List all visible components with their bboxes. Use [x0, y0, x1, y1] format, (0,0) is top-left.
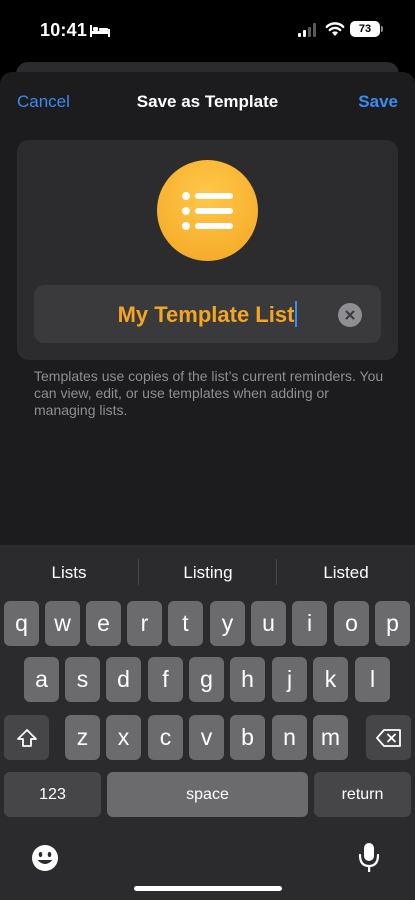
battery-tip: [381, 26, 383, 32]
key-a[interactable]: a: [24, 657, 59, 702]
numbers-key[interactable]: 123: [4, 772, 101, 817]
key-c[interactable]: c: [148, 715, 183, 760]
template-name-text[interactable]: My Template List: [34, 301, 381, 328]
keyboard: Lists Listing Listed q w e r t y u i o p…: [0, 545, 415, 900]
key-x[interactable]: x: [106, 715, 141, 760]
shift-key[interactable]: [4, 715, 49, 760]
template-name-field[interactable]: My Template List: [34, 285, 381, 343]
cellular-signal-icon: [298, 23, 316, 37]
key-n[interactable]: n: [272, 715, 307, 760]
microphone-icon[interactable]: [357, 841, 381, 875]
key-o[interactable]: o: [334, 601, 369, 646]
key-t[interactable]: t: [168, 601, 203, 646]
key-b[interactable]: b: [230, 715, 265, 760]
template-card: My Template List: [17, 140, 398, 360]
key-d[interactable]: d: [106, 657, 141, 702]
key-y[interactable]: y: [210, 601, 245, 646]
key-z[interactable]: z: [65, 715, 100, 760]
key-s[interactable]: s: [65, 657, 100, 702]
list-bullet-icon[interactable]: [157, 160, 258, 261]
key-q[interactable]: q: [4, 601, 39, 646]
emoji-icon[interactable]: [30, 843, 60, 873]
key-e[interactable]: e: [86, 601, 121, 646]
key-k[interactable]: k: [313, 657, 348, 702]
status-time: 10:41: [40, 20, 88, 40]
template-helper-text: Templates use copies of the list’s curre…: [34, 368, 384, 418]
wifi-icon: [325, 22, 345, 36]
key-j[interactable]: j: [272, 657, 307, 702]
suggestion-item[interactable]: Listed: [277, 563, 415, 583]
suggestion-bar: Lists Listing Listed: [0, 545, 415, 597]
space-key[interactable]: space: [107, 772, 308, 817]
delete-key[interactable]: [366, 715, 411, 760]
home-indicator: [134, 886, 282, 891]
key-u[interactable]: u: [251, 601, 286, 646]
suggestion-item[interactable]: Lists: [0, 563, 138, 583]
return-key[interactable]: return: [314, 772, 411, 817]
key-g[interactable]: g: [189, 657, 224, 702]
battery-indicator: 73: [350, 21, 380, 37]
key-h[interactable]: h: [230, 657, 265, 702]
key-v[interactable]: v: [189, 715, 224, 760]
shift-icon: [16, 728, 37, 747]
key-r[interactable]: r: [127, 601, 162, 646]
page-title: Save as Template: [136, 92, 279, 111]
key-l[interactable]: l: [355, 657, 390, 702]
key-f[interactable]: f: [148, 657, 183, 702]
status-bar: 10:41 73: [0, 0, 415, 62]
key-w[interactable]: w: [45, 601, 80, 646]
clear-text-button[interactable]: [338, 303, 362, 327]
backspace-icon: [375, 728, 401, 747]
nav-bar: Cancel Save as Template Save: [0, 72, 415, 134]
key-i[interactable]: i: [292, 601, 327, 646]
key-m[interactable]: m: [313, 715, 348, 760]
key-p[interactable]: p: [375, 601, 410, 646]
save-button[interactable]: Save: [358, 92, 398, 112]
close-icon: [345, 310, 355, 320]
bed-icon: [90, 25, 110, 37]
suggestion-item[interactable]: Listing: [139, 563, 277, 583]
